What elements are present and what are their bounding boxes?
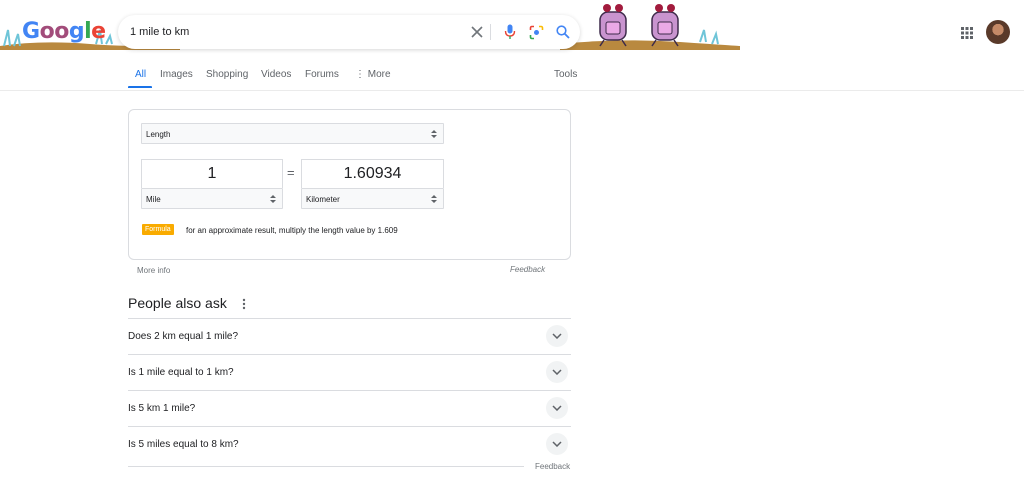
more-vert-icon[interactable] [240,297,248,311]
from-unit-select[interactable]: Mile [141,188,283,209]
tab-more[interactable]: ⋮ More [355,69,391,80]
more-info-link[interactable]: More info [137,266,170,275]
people-also-ask-heading: People also ask [128,295,227,311]
apps-icon[interactable] [958,24,976,42]
formula-text: for an approximate result, multiply the … [186,226,398,235]
avatar[interactable] [986,20,1010,44]
google-logo[interactable]: Google [22,19,106,44]
tab-all[interactable]: All [135,69,146,80]
chevron-down-icon[interactable] [546,433,568,455]
paa-question-text: Does 2 km equal 1 mile? [128,331,239,342]
logo-letter: o [54,19,69,44]
tab-all-underline [128,86,152,88]
unit-converter-card: Length = Mile Kilometer Formula for an a… [128,109,571,260]
search-icon[interactable] [554,23,572,41]
unit-category-label: Length [146,130,171,139]
tabs-divider [0,90,1024,91]
logo-letter: g [68,19,85,44]
paa-question-text: Is 5 km 1 mile? [128,403,196,414]
tab-images[interactable]: Images [160,69,193,80]
search-box [118,15,580,49]
select-arrows-icon [431,130,437,138]
to-value-input[interactable] [301,159,444,188]
paa-question-row[interactable]: Is 1 mile equal to 1 km? [128,354,571,390]
select-arrows-icon [270,195,276,203]
to-unit-select[interactable]: Kilometer [301,188,444,209]
paa-question-text: Is 5 miles equal to 8 km? [128,439,239,450]
more-vert-icon: ⋮ [355,69,368,80]
paa-divider [128,466,524,467]
paa-question-row[interactable]: Is 5 km 1 mile? [128,390,571,426]
tab-videos[interactable]: Videos [261,69,291,80]
paa-question-text: Is 1 mile equal to 1 km? [128,367,234,378]
lens-icon[interactable] [527,23,545,41]
chevron-down-icon[interactable] [546,325,568,347]
logo-letter: e [91,19,106,44]
logo-letter: l [84,19,92,44]
from-unit-label: Mile [146,195,161,204]
tab-forums[interactable]: Forums [305,69,339,80]
logo-letter: o [39,19,55,44]
equals-sign: = [287,165,295,180]
unit-category-select[interactable]: Length [141,123,444,144]
paa-feedback-link[interactable]: Feedback [535,462,570,471]
tab-more-label: More [367,69,391,80]
logo-letter: G [22,19,40,44]
mic-icon[interactable] [501,23,519,41]
header: Google [0,0,1024,62]
tools-button[interactable]: Tools [554,69,577,80]
search-input[interactable] [130,23,450,41]
converter-feedback-link[interactable]: Feedback [510,265,545,274]
select-arrows-icon [431,195,437,203]
to-unit-label: Kilometer [306,195,340,204]
tab-shopping[interactable]: Shopping [206,69,248,80]
chevron-down-icon[interactable] [546,361,568,383]
paa-question-row[interactable]: Does 2 km equal 1 mile? [128,318,571,354]
search-divider [490,24,491,40]
clear-icon[interactable] [468,23,486,41]
chevron-down-icon[interactable] [546,397,568,419]
formula-badge: Formula [142,224,174,235]
from-value-input[interactable] [141,159,283,188]
paa-question-row[interactable]: Is 5 miles equal to 8 km? [128,426,571,462]
